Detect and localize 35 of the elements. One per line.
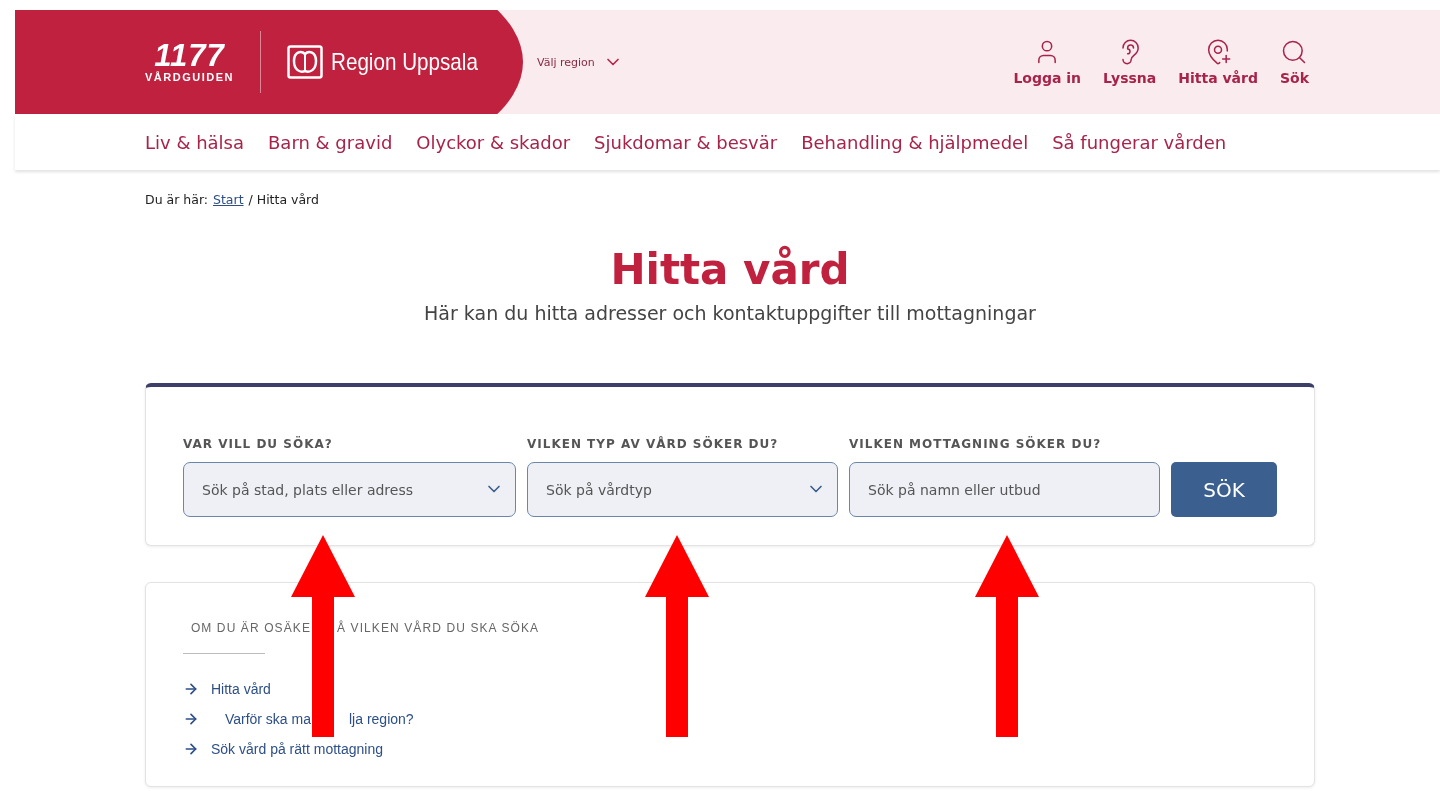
arrow-icon xyxy=(183,711,199,727)
breadcrumb-link[interactable]: Start xyxy=(213,192,244,207)
help-heading: OM DU ÄR OSÄKE xyxy=(189,621,311,635)
header-action[interactable]: Hitta vård xyxy=(1178,38,1258,86)
page-title: Hitta vård xyxy=(609,245,851,294)
field-label: VILKEN TYP AV VÅRD SÖKER DU? xyxy=(527,437,780,451)
region-logo[interactable]: Region Uppsala xyxy=(286,45,502,79)
nav-link[interactable]: Olyckor & skador xyxy=(416,131,571,153)
nav-link[interactable]: Barn & gravid xyxy=(268,131,393,153)
help-link[interactable]: lja region? xyxy=(349,711,414,727)
dropdown-field[interactable]: Sök på vårdtyp xyxy=(527,462,838,517)
region-picker[interactable]: Välj region xyxy=(537,10,623,114)
input-field[interactable]: Sök på namn eller utbud xyxy=(849,462,1160,517)
header-action[interactable]: Lyssna xyxy=(1103,38,1157,86)
site-logo[interactable]: 1177 VÅRDGUIDEN xyxy=(145,41,234,83)
breadcrumb-current: / Hitta vård xyxy=(248,192,319,207)
field-label: VILKEN MOTTAGNING SÖKER DU? xyxy=(849,437,1103,451)
header-action[interactable]: Sök xyxy=(1280,38,1309,86)
nav-link[interactable]: Liv & hälsa xyxy=(145,131,244,153)
nav-link[interactable]: Sjukdomar & besvär xyxy=(594,131,778,153)
dropdown-field[interactable]: Sök på stad, plats eller adress xyxy=(183,462,516,517)
help-link[interactable]: Varför ska ma xyxy=(211,711,311,727)
help-link[interactable]: Hitta vård xyxy=(211,681,271,697)
apple-icon xyxy=(286,45,323,79)
arrow-icon xyxy=(183,741,199,757)
page-subtitle: Här kan du hitta adresser och kontaktuppgifter till mottagningar xyxy=(423,302,1037,324)
header-action[interactable]: Logga in xyxy=(1013,38,1082,86)
search-button[interactable]: SÖK xyxy=(1171,462,1277,517)
nav-link[interactable]: Behandling & hjälpmedel xyxy=(801,131,1029,153)
field-label: VAR VILL DU SÖKA? xyxy=(183,437,334,451)
help-heading: Å VILKEN VÅRD DU SKA SÖKA xyxy=(337,621,540,635)
breadcrumb-prefix: Du är här: xyxy=(145,192,208,207)
nav-link[interactable]: Så fungerar vården xyxy=(1052,131,1227,153)
arrow-icon xyxy=(183,681,199,697)
help-link[interactable]: Sök vård på rätt mottagning xyxy=(211,741,383,757)
